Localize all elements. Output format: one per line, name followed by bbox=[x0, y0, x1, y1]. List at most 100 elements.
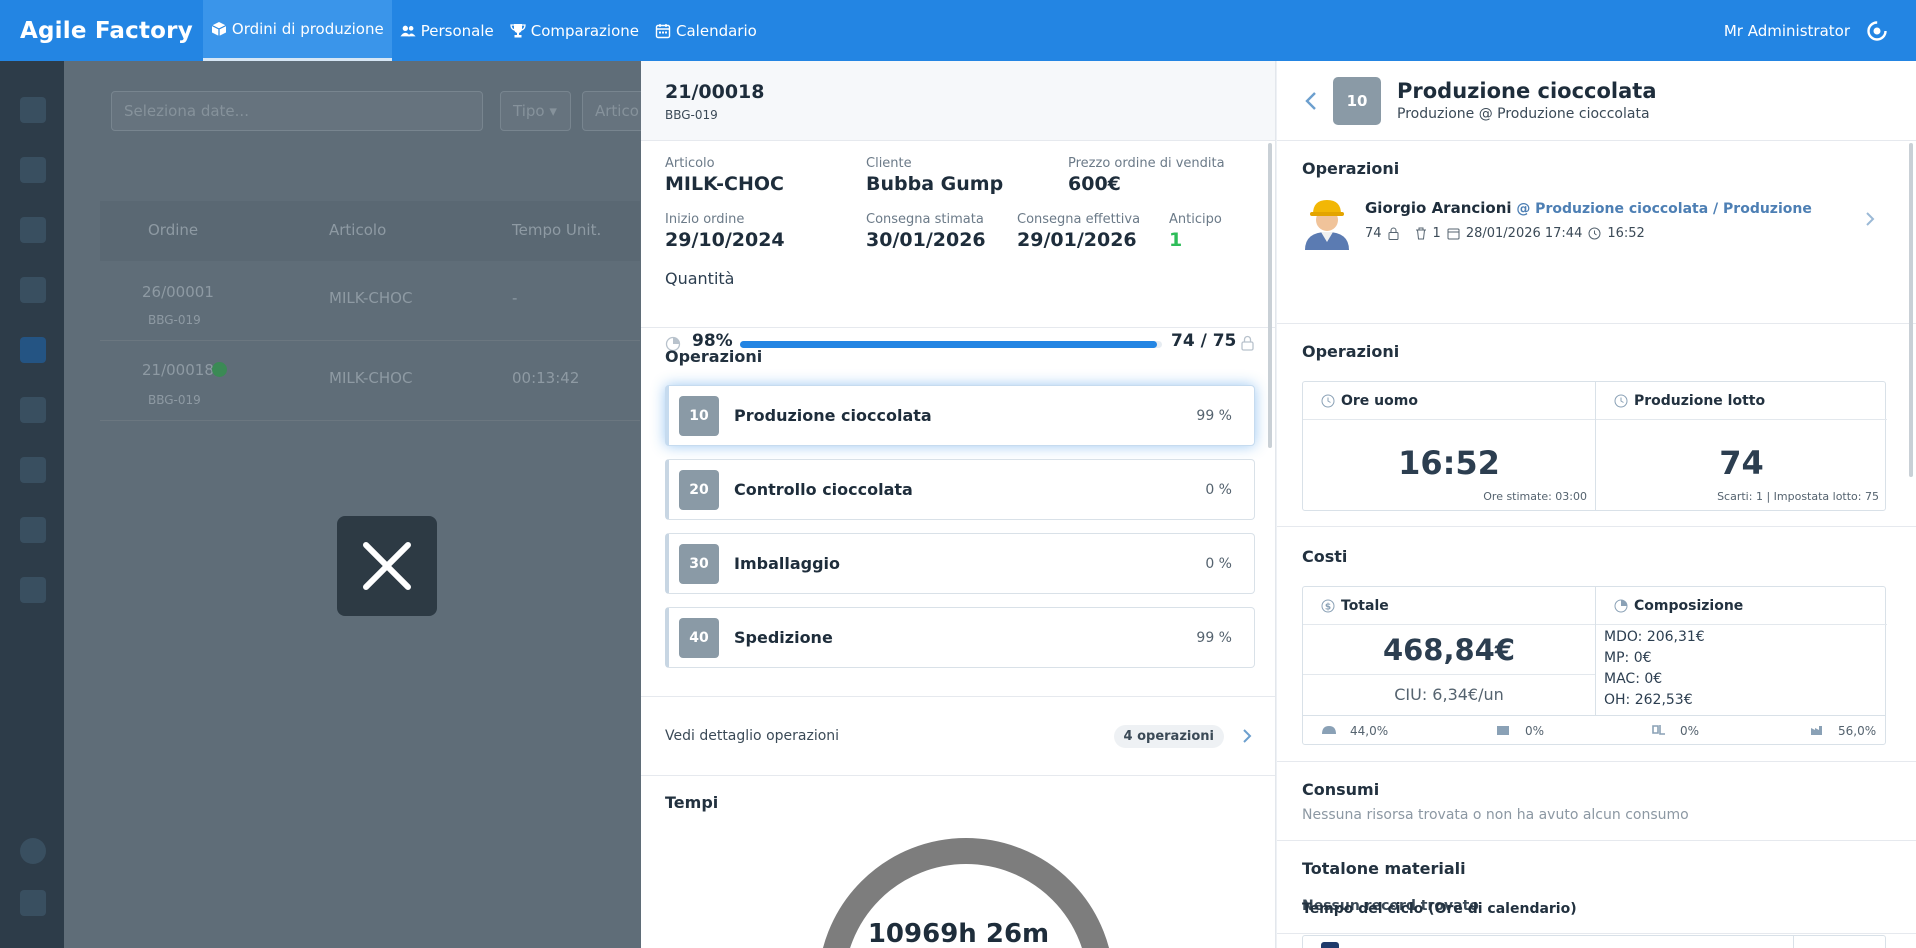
ops-title-2: Operazioni bbox=[1302, 342, 1400, 361]
row-time: 00:13:42 bbox=[512, 369, 580, 387]
col-article[interactable]: Articolo bbox=[329, 221, 386, 239]
app-brand[interactable]: Agile Factory bbox=[0, 18, 203, 44]
advance-info: Anticipo 1 bbox=[1169, 212, 1222, 251]
sidebar-bar-chart-icon[interactable] bbox=[20, 337, 46, 363]
man-hours-label: Ore uomo bbox=[1341, 392, 1418, 409]
sidebar-check-icon[interactable] bbox=[20, 97, 46, 123]
comp-value: 0€ bbox=[1644, 671, 1663, 687]
lock-icon bbox=[1388, 227, 1399, 240]
date-range-input[interactable]: Seleziona date... bbox=[111, 91, 483, 131]
worker-section: Operazioni Giorgio Arancioni @ Produzion… bbox=[1277, 141, 1916, 324]
consumption-title: Consumi bbox=[1302, 780, 1380, 799]
chevron-left-icon[interactable] bbox=[1305, 91, 1317, 111]
sidebar-logout-icon[interactable] bbox=[20, 890, 46, 916]
operation-badge: 10 bbox=[1333, 76, 1381, 125]
chevron-right-icon[interactable] bbox=[1865, 211, 1875, 227]
customer-info: Cliente Bubba Gump bbox=[866, 156, 1003, 195]
operation-card-30[interactable]: 30 Imballaggio 0 % bbox=[665, 533, 1255, 594]
article-label: Articolo bbox=[665, 156, 715, 171]
cycle-time-box bbox=[1302, 935, 1886, 948]
forklift-icon bbox=[1652, 725, 1665, 735]
composition-head: Composizione bbox=[1596, 587, 1887, 625]
row-time: - bbox=[512, 289, 518, 307]
operation-name: Spedizione bbox=[734, 628, 833, 647]
brand-logo-icon[interactable] bbox=[1866, 20, 1888, 42]
operation-card-10[interactable]: 10 Produzione cioccolata 99 % bbox=[665, 385, 1255, 446]
order-code: BBG-019 bbox=[665, 108, 718, 122]
sidebar-flow-icon[interactable] bbox=[20, 517, 46, 543]
worker-location: @ Produzione cioccolata / Produzione bbox=[1516, 201, 1812, 217]
type-filter-label: Tipo bbox=[513, 102, 545, 120]
estimated-hours: Ore stimate: 03:00 bbox=[1483, 490, 1587, 503]
row-article: MILK-CHOC bbox=[329, 369, 413, 387]
ops-title: Operazioni bbox=[1302, 159, 1400, 178]
scrollbar[interactable] bbox=[1909, 143, 1913, 477]
divider bbox=[641, 327, 1275, 328]
materials-title: Totalone materiali bbox=[1302, 859, 1466, 878]
check-circle-icon bbox=[212, 362, 227, 377]
sidebar-list-icon[interactable] bbox=[20, 457, 46, 483]
times-total: 10969h 26m bbox=[867, 919, 1050, 948]
breakdown-labor: 44,0% bbox=[1350, 724, 1389, 738]
price-label: Prezzo ordine di vendita bbox=[1068, 156, 1225, 171]
worker-avatar bbox=[1305, 200, 1349, 250]
advance-label: Anticipo bbox=[1169, 212, 1222, 227]
clock-icon bbox=[1588, 227, 1601, 240]
table-row[interactable]: 26/00001 BBG-019 MILK-CHOC - bbox=[100, 261, 640, 341]
helmet-icon bbox=[1322, 726, 1336, 734]
start-value: 29/10/2024 bbox=[665, 229, 785, 251]
clock-icon bbox=[1321, 394, 1335, 407]
operations-detail-link[interactable]: Vedi dettaglio operazioni 4 operazioni bbox=[641, 696, 1275, 776]
calendar-icon bbox=[655, 23, 671, 38]
operation-percent: 99 % bbox=[1196, 407, 1232, 424]
order-number: 21/00018 bbox=[665, 81, 765, 103]
man-hours-value: 16:52 bbox=[1398, 444, 1500, 482]
costs-section: Costi $ Totale 468,84€ CIU: 6,34€/un Com… bbox=[1277, 527, 1916, 762]
ops-metrics-section: Operazioni Ore uomo 16:52 Ore stimate: 0… bbox=[1277, 324, 1916, 527]
breakdown-machine: 0% bbox=[1680, 724, 1700, 738]
actual-info: Consegna effettiva 29/01/2026 bbox=[1017, 212, 1140, 251]
sidebar-gear-icon[interactable] bbox=[20, 838, 46, 864]
sidebar-area-chart-icon[interactable] bbox=[20, 277, 46, 303]
nav-calendar[interactable]: Calendario bbox=[647, 0, 765, 61]
sidebar-stats-icon[interactable] bbox=[20, 397, 46, 423]
operation-title: Produzione cioccolata bbox=[1397, 79, 1657, 103]
worker-qty: 74 bbox=[1365, 226, 1382, 241]
nav-orders-label: Ordini di produzione bbox=[231, 20, 384, 38]
consumption-section: Consumi Nessuna risorsa trovata o non ha… bbox=[1277, 762, 1916, 841]
divider bbox=[1303, 674, 1595, 675]
top-navbar: Agile Factory Ordini di produzione Perso… bbox=[0, 0, 1916, 61]
cycle-time-title: Tempo del ciclo (Ore di calendario) bbox=[1302, 901, 1577, 917]
scrollbar[interactable] bbox=[1268, 143, 1272, 448]
close-button[interactable] bbox=[337, 516, 437, 616]
sidebar-save-icon[interactable] bbox=[20, 217, 46, 243]
operation-card-20[interactable]: 20 Controllo cioccolata 0 % bbox=[665, 459, 1255, 520]
lot-value: 74 bbox=[1719, 444, 1764, 482]
costs-title: Costi bbox=[1302, 547, 1348, 566]
type-filter[interactable]: Tipo ▾ bbox=[500, 91, 571, 131]
table-row[interactable]: 21/00018 BBG-019 MILK-CHOC 00:13:42 bbox=[100, 341, 640, 421]
sidebar-sliders-icon[interactable] bbox=[20, 157, 46, 183]
lot-label: Produzione lotto bbox=[1634, 392, 1766, 409]
calendar-icon bbox=[1447, 228, 1460, 240]
box-icon bbox=[211, 22, 227, 36]
pie-icon bbox=[1614, 599, 1628, 612]
operations-title: Operazioni bbox=[665, 347, 763, 366]
sidebar-tools-icon[interactable] bbox=[20, 577, 46, 603]
nav-orders[interactable]: Ordini di produzione bbox=[202, 0, 392, 61]
operation-percent: 99 % bbox=[1196, 629, 1232, 646]
col-order[interactable]: Ordine bbox=[148, 221, 198, 239]
consumption-empty: Nessuna risorsa trovata o non ha avuto a… bbox=[1302, 807, 1689, 823]
svg-text:$: $ bbox=[1325, 602, 1331, 612]
user-menu[interactable]: Mr Administrator bbox=[1724, 22, 1850, 40]
operation-name: Produzione cioccolata bbox=[734, 406, 932, 425]
col-unit-time[interactable]: Tempo Unit. bbox=[512, 221, 601, 239]
operation-subtitle: Produzione @ Produzione cioccolata bbox=[1397, 106, 1650, 122]
lot-head: Produzione lotto bbox=[1596, 382, 1887, 420]
worker-datetime: 28/01/2026 17:44 bbox=[1465, 226, 1583, 241]
nav-staff[interactable]: Personale bbox=[392, 0, 502, 61]
operation-card-40[interactable]: 40 Spedizione 99 % bbox=[665, 607, 1255, 668]
nav-compare[interactable]: Comparazione bbox=[502, 0, 647, 61]
operation-percent: 0 % bbox=[1205, 555, 1232, 572]
estimated-value: 30/01/2026 bbox=[866, 229, 986, 251]
